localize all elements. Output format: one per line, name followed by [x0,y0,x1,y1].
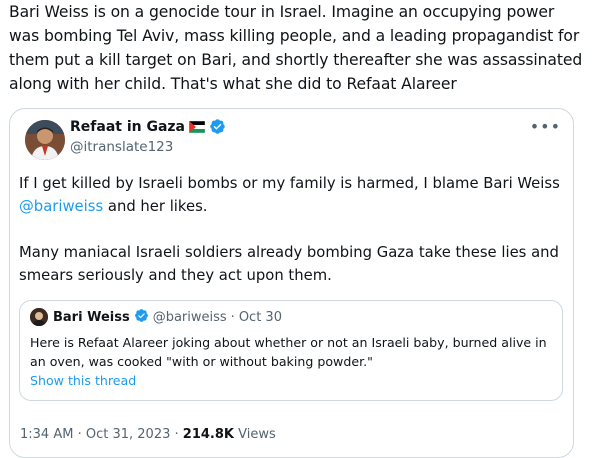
show-thread-link[interactable]: Show this thread [30,373,136,388]
quoted-paragraph-1: If I get killed by Israeli bombs or my f… [19,172,564,218]
more-horizontal-icon[interactable]: ••• [530,117,561,136]
inner-tweet-text: Here is Refaat Alareer joking about whet… [30,335,547,369]
tweet-text: Bari Weiss is on a genocide tour in Isra… [9,3,583,93]
author-handle[interactable]: @itranslate123 [70,139,173,155]
inner-author-avatar[interactable] [30,308,48,326]
meta-separator-1: · [77,427,82,442]
views-label: Views [238,427,276,442]
quoted-tweet-body: If I get killed by Israeli bombs or my f… [19,172,564,310]
meta-separator-2: · [174,427,179,442]
quoted-paragraph-1-end: and her likes. [103,198,208,215]
quoted-paragraph-1-start: If I get killed by Israeli bombs or my f… [19,175,560,192]
author-name-row[interactable]: Refaat in Gaza [70,118,226,135]
quoted-tweet-card[interactable]: Refaat in Gaza @itranslate123 ••• If I g… [9,108,574,458]
verified-badge-icon [209,118,226,135]
inner-separator: · [230,310,235,325]
inner-quoted-tweet[interactable]: Bari Weiss @bariweiss · Oct 30 Here is R… [19,300,563,401]
inner-date[interactable]: Oct 30 [239,310,282,325]
mention-link[interactable]: @bariweiss [19,198,103,215]
tweet-meta: 1:34 AM · Oct 31, 2023 · 214.8K Views [20,427,276,442]
inner-header: Bari Weiss @bariweiss · Oct 30 [53,308,282,327]
inner-author-handle[interactable]: @bariweiss [153,310,227,325]
author-avatar[interactable] [25,120,65,160]
inner-author-name[interactable]: Bari Weiss [53,310,130,325]
views-count: 214.8K [182,427,234,442]
quoted-paragraph-2: Many maniacal Israeli soldiers already b… [19,244,559,284]
author-name[interactable]: Refaat in Gaza [70,119,185,135]
tweet-date[interactable]: Oct 31, 2023 [86,427,171,442]
tweet-time[interactable]: 1:34 AM [20,427,73,442]
palestine-flag-icon [188,120,206,133]
verified-badge-icon [134,308,149,327]
